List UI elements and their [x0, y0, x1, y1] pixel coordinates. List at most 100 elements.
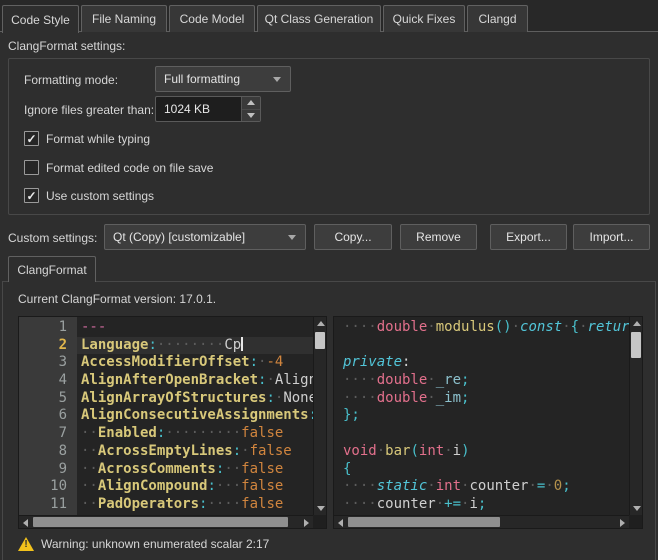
tab-label: Qt Class Generation — [265, 12, 374, 26]
code-line: void·bar(int·i) — [339, 443, 629, 461]
yaml-config-editor[interactable]: 1234567891011 ---Language:········CpAcce… — [18, 316, 327, 529]
formatting-mode-value: Full formatting — [164, 72, 240, 86]
scroll-up-icon — [317, 321, 325, 326]
cpp-preview-editor[interactable]: ····double·modulus()·const·{·return· priv… — [333, 316, 643, 529]
code-line: ··AcrossEmptyLines:·false — [77, 443, 313, 461]
tab-quick-fixes[interactable]: Quick Fixes — [383, 5, 465, 32]
scroll-right-button[interactable] — [616, 516, 629, 529]
tab-label: ClangFormat — [17, 263, 86, 277]
tab-label: Clangd — [478, 12, 516, 26]
code-line: ····counter·+=·i; — [339, 496, 629, 514]
code-line — [339, 425, 629, 443]
scroll-left-button[interactable] — [19, 516, 32, 529]
scrollbar-handle[interactable] — [348, 517, 500, 527]
copy-button[interactable]: Copy... — [314, 224, 392, 250]
ignore-files-label: Ignore files greater than: — [24, 103, 154, 117]
custom-settings-label: Custom settings: — [8, 231, 97, 245]
custom-settings-value: Qt (Copy) [customizable] — [113, 230, 245, 244]
horizontal-scrollbar[interactable] — [19, 515, 313, 528]
checkbox-icon: ✓ — [24, 160, 39, 175]
button-label: Export... — [506, 230, 551, 244]
scroll-down-icon — [633, 506, 641, 511]
code-line: --- — [77, 319, 313, 337]
code-line: private: — [339, 354, 629, 372]
checkbox-format-while-typing[interactable]: ✓ Format while typing — [24, 131, 150, 146]
scrollbar-handle[interactable] — [33, 517, 288, 527]
code-area[interactable]: ---Language:········CpAccessModifierOffs… — [77, 317, 313, 515]
formatting-mode-label: Formatting mode: — [24, 73, 118, 87]
code-line: AlignArrayOfStructures:·None — [77, 390, 313, 408]
spinbox-buttons[interactable] — [241, 97, 260, 121]
spin-up-button[interactable] — [242, 97, 260, 110]
warning-bang: ! — [24, 539, 27, 551]
code-line: AlignAfterOpenBracket:·Align — [77, 372, 313, 390]
checkbox-icon: ✓ — [24, 188, 39, 203]
scroll-up-icon — [633, 321, 641, 326]
formatting-mode-combobox[interactable]: Full formatting — [155, 66, 291, 92]
code-area[interactable]: ····double·modulus()·const·{·return· priv… — [334, 317, 629, 515]
code-line: ··Enabled:·········false — [77, 425, 313, 443]
scroll-left-icon — [338, 519, 343, 527]
spin-down-icon — [247, 113, 255, 118]
tab-code-model[interactable]: Code Model — [169, 5, 255, 32]
ignore-files-spinbox[interactable]: 1024 KB — [155, 96, 261, 122]
scrollbar-corner — [629, 515, 642, 528]
warning-triangle-icon: ! — [18, 537, 34, 551]
remove-button[interactable]: Remove — [400, 224, 477, 250]
scroll-down-button[interactable] — [630, 502, 643, 515]
scroll-right-button[interactable] — [300, 516, 313, 529]
code-line: AccessModifierOffset:·-4 — [77, 354, 313, 372]
tab-qt-class-generation[interactable]: Qt Class Generation — [257, 5, 381, 32]
tab-label: File Naming — [92, 12, 156, 26]
code-line: ··AcrossComments:··false — [77, 461, 313, 479]
checkbox-use-custom-settings[interactable]: ✓ Use custom settings — [24, 188, 154, 203]
tab-label: Code Style — [11, 13, 70, 27]
scroll-up-button[interactable] — [630, 317, 643, 330]
code-line: AlignConsecutiveAssignments: — [77, 407, 313, 425]
export-button[interactable]: Export... — [490, 224, 567, 250]
tab-code-style[interactable]: Code Style — [2, 5, 79, 33]
checkbox-label: Use custom settings — [46, 189, 154, 203]
chevron-down-icon — [288, 235, 296, 240]
code-line: { — [339, 461, 629, 479]
spin-up-icon — [247, 100, 255, 105]
scroll-right-icon — [304, 519, 309, 527]
scroll-left-icon — [23, 519, 28, 527]
code-line: ····double·modulus()·const·{·return· — [339, 319, 629, 337]
code-line: ··AlignCompound:···false — [77, 478, 313, 496]
chevron-down-icon — [273, 77, 281, 82]
scroll-up-button[interactable] — [314, 317, 327, 330]
checkbox-label: Format while typing — [46, 132, 150, 146]
warning-text: Warning: unknown enumerated scalar 2:17 — [41, 537, 269, 551]
code-line: ····double·_im; — [339, 390, 629, 408]
checkbox-format-on-save[interactable]: ✓ Format edited code on file save — [24, 160, 213, 175]
tab-clangformat[interactable]: ClangFormat — [8, 256, 96, 282]
clangformat-settings-label: ClangFormat settings: — [8, 39, 125, 53]
button-label: Copy... — [334, 230, 371, 244]
button-label: Remove — [416, 230, 461, 244]
code-line: ····static·int·counter·=·0; — [339, 478, 629, 496]
tab-label: Quick Fixes — [393, 12, 456, 26]
code-line — [339, 337, 629, 355]
scrollbar-handle[interactable] — [315, 332, 325, 349]
tab-clangd[interactable]: Clangd — [467, 5, 528, 32]
scrollbar-handle[interactable] — [631, 332, 641, 358]
code-line: ··PadOperators:····false — [77, 496, 313, 514]
scroll-down-icon — [317, 506, 325, 511]
custom-settings-combobox[interactable]: Qt (Copy) [customizable] — [104, 224, 306, 250]
scrollbar-corner — [313, 515, 326, 528]
checkbox-icon: ✓ — [24, 131, 39, 146]
import-button[interactable]: Import... — [573, 224, 650, 250]
scroll-left-button[interactable] — [334, 516, 347, 529]
spin-down-button[interactable] — [242, 110, 260, 122]
vertical-scrollbar[interactable] — [629, 317, 642, 515]
scroll-down-button[interactable] — [314, 502, 327, 515]
tab-file-naming[interactable]: File Naming — [81, 5, 167, 32]
horizontal-scrollbar[interactable] — [334, 515, 629, 528]
warning-message: ! Warning: unknown enumerated scalar 2:1… — [18, 537, 269, 551]
code-line: ····double·_re; — [339, 372, 629, 390]
scroll-right-icon — [620, 519, 625, 527]
vertical-scrollbar[interactable] — [313, 317, 326, 515]
button-label: Import... — [589, 230, 633, 244]
tab-label: Code Model — [180, 12, 245, 26]
